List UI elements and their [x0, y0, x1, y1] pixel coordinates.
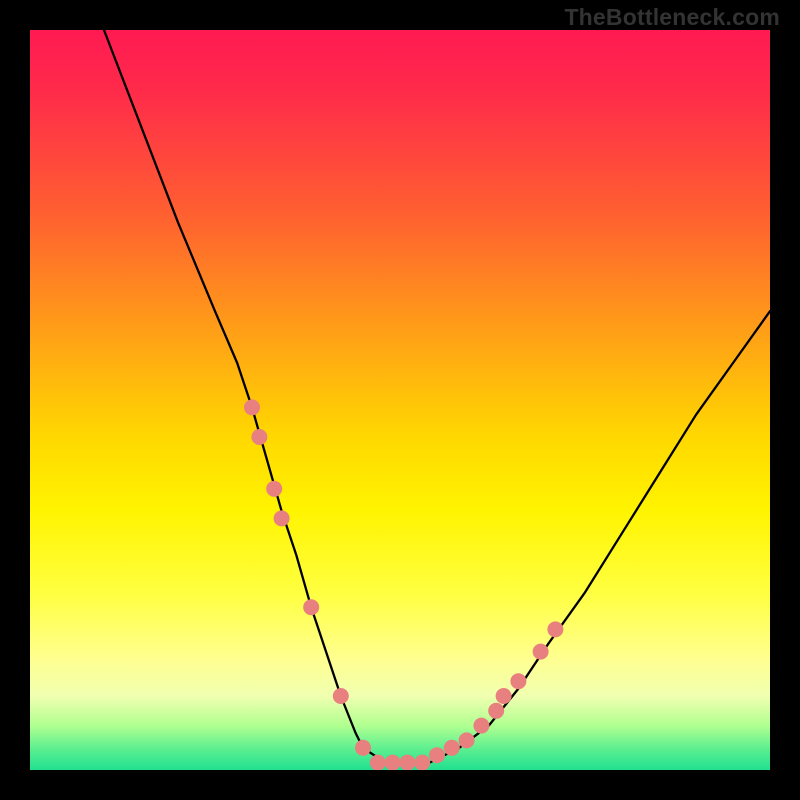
data-marker: [355, 740, 371, 756]
data-marker: [266, 481, 282, 497]
data-marker: [429, 747, 445, 763]
data-marker: [274, 510, 290, 526]
chart-svg: [30, 30, 770, 770]
chart-container: TheBottleneck.com: [0, 0, 800, 800]
data-marker: [244, 399, 260, 415]
data-marker: [547, 621, 563, 637]
watermark-text: TheBottleneck.com: [564, 4, 780, 31]
data-marker: [414, 755, 430, 770]
data-marker: [399, 755, 415, 770]
data-marker: [488, 703, 504, 719]
data-marker: [533, 644, 549, 660]
bottleneck-curve: [104, 30, 770, 763]
data-marker: [444, 740, 460, 756]
data-marker: [496, 688, 512, 704]
plot-area: [30, 30, 770, 770]
data-marker: [473, 718, 489, 734]
data-marker: [333, 688, 349, 704]
data-marker: [303, 599, 319, 615]
data-marker: [385, 755, 401, 770]
data-marker: [370, 755, 386, 770]
data-marker: [251, 429, 267, 445]
data-marker: [510, 673, 526, 689]
data-marker: [459, 732, 475, 748]
